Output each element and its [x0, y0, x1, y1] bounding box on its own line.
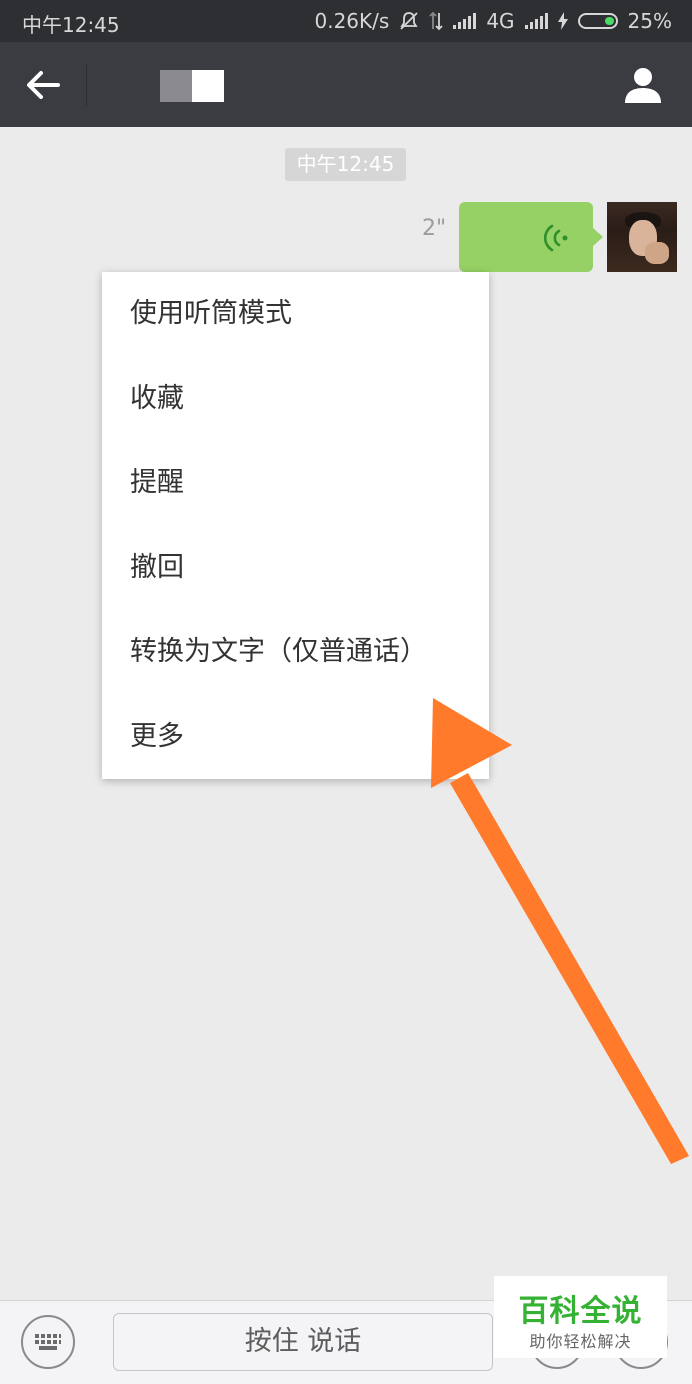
menu-item-convert-to-text[interactable]: 转换为文字（仅普通话） — [102, 610, 489, 695]
keyboard-icon — [35, 1334, 61, 1350]
battery-percent: 25% — [627, 9, 672, 33]
battery-icon — [577, 13, 618, 29]
voice-wave-icon — [543, 224, 568, 252]
menu-item-remind[interactable]: 提醒 — [102, 441, 489, 526]
arrow-left-icon[interactable] — [24, 66, 62, 104]
status-icons: 0.26K/s 4G 25% — [315, 9, 673, 33]
obscured-block — [192, 70, 224, 102]
voice-message-bubble[interactable] — [459, 202, 603, 272]
watermark: 百科全说 助你轻松解决 — [494, 1276, 667, 1358]
bell-muted-icon — [400, 12, 418, 30]
network-speed: 0.26K/s — [314, 9, 390, 33]
avatar[interactable] — [607, 202, 677, 272]
battery-fill — [604, 17, 614, 25]
contact-name-obscured — [160, 70, 224, 102]
charging-icon — [557, 12, 568, 30]
menu-item-recall[interactable]: 撤回 — [102, 526, 489, 611]
watermark-title: 百科全说 — [518, 1294, 643, 1329]
avatar-hand — [645, 242, 669, 264]
obscured-block — [160, 70, 192, 102]
annotation-arrow-shaft — [450, 773, 689, 1164]
voice-duration: 2" — [422, 216, 447, 241]
data-transfer-icon — [429, 11, 443, 31]
signal-icon-secondary — [524, 13, 548, 29]
chat-header — [0, 42, 692, 127]
status-time: 中午12:45 — [22, 13, 120, 37]
menu-item-favorite[interactable]: 收藏 — [102, 357, 489, 442]
person-icon[interactable] — [624, 66, 662, 104]
hold-to-talk-button[interactable]: 按住 说话 — [113, 1313, 493, 1371]
keyboard-toggle-button[interactable] — [21, 1315, 75, 1369]
menu-item-more[interactable]: 更多 — [102, 695, 489, 780]
header-divider — [86, 64, 87, 106]
signal-icon — [453, 13, 477, 29]
watermark-subtitle: 助你轻松解决 — [529, 1332, 632, 1351]
context-menu: 使用听筒模式 收藏 提醒 撤回 转换为文字（仅普通话） 更多 — [102, 272, 489, 779]
message-timestamp: 中午12:45 — [285, 148, 406, 181]
menu-item-earpiece-mode[interactable]: 使用听筒模式 — [102, 272, 489, 357]
status-bar: 中午12:45 0.26K/s 4G 25% — [0, 0, 692, 42]
network-type: 4G — [486, 9, 515, 33]
